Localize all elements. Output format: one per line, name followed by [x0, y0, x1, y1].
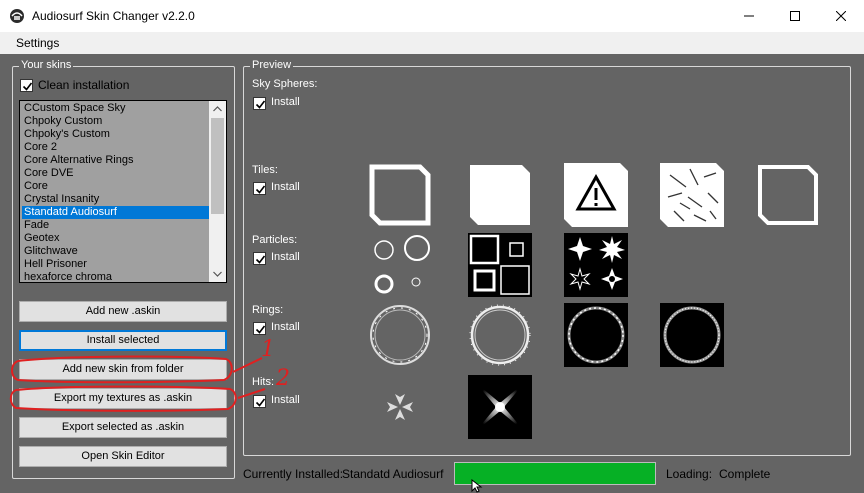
- rings-install-checkbox[interactable]: [253, 322, 266, 335]
- minimize-icon: [744, 15, 754, 17]
- export-textures-button[interactable]: Export my textures as .askin: [19, 388, 227, 409]
- tile-solid-texture: [470, 165, 530, 225]
- skin-list-item[interactable]: Standatd Audiosurf: [22, 206, 210, 219]
- hit-flare-texture: [468, 375, 532, 439]
- skin-list-item[interactable]: Core: [22, 180, 210, 193]
- checkmark-icon: [255, 185, 266, 194]
- open-skin-editor-button[interactable]: Open Skin Editor: [19, 446, 227, 467]
- skin-list-item[interactable]: Core DVE: [22, 167, 210, 180]
- tiles-install-checkbox[interactable]: [253, 182, 266, 195]
- title-bar: Audiosurf Skin Changer v2.2.0: [0, 0, 864, 32]
- skin-list-item[interactable]: Core Alternative Rings: [22, 154, 210, 167]
- add-new-askin-button[interactable]: Add new .askin: [19, 301, 227, 322]
- loading-label: Loading:: [666, 467, 713, 481]
- close-button[interactable]: [818, 0, 864, 32]
- install-selected-button[interactable]: Install selected: [19, 330, 227, 351]
- tile-cracked-texture: [660, 163, 724, 227]
- checkmark-icon: [255, 255, 266, 264]
- currently-installed-value: Standatd Audiosurf: [342, 467, 444, 481]
- maximize-button[interactable]: [772, 0, 818, 32]
- checkmark-icon: [255, 325, 266, 334]
- annotation-number-2: 2: [276, 366, 290, 391]
- hits-title: Hits:: [252, 376, 274, 388]
- checkmark-icon: [255, 398, 266, 407]
- skin-list-item[interactable]: Core 2: [22, 141, 210, 154]
- rings-install-label: Install: [271, 321, 300, 333]
- clean-installation-label: Clean installation: [38, 78, 130, 92]
- add-skin-from-folder-button[interactable]: Add new skin from folder: [19, 359, 227, 380]
- skins-listbox[interactable]: CCustom Space Sky Chpoky Custom Chpoky's C…: [19, 100, 227, 283]
- minimize-button[interactable]: [726, 0, 772, 32]
- particles-install-label: Install: [271, 251, 300, 263]
- skin-list-item[interactable]: Geotex: [22, 232, 210, 245]
- scroll-down-icon[interactable]: [213, 271, 222, 277]
- loading-progress-bar: [454, 462, 656, 485]
- preview-group-legend: Preview: [250, 59, 294, 71]
- loading-status-value: Complete: [719, 467, 771, 481]
- hits-install-checkbox[interactable]: [253, 395, 266, 408]
- particles-install-checkbox[interactable]: [253, 252, 266, 265]
- sky-spheres-install-label: Install: [271, 96, 300, 108]
- skin-list-item[interactable]: Chpoky Custom: [22, 115, 210, 128]
- tile-outline-texture: [368, 163, 432, 227]
- maximize-icon: [790, 11, 800, 21]
- scroll-thumb[interactable]: [211, 118, 224, 214]
- tile-warning-texture: [564, 163, 628, 227]
- ring-glow-texture: [564, 303, 628, 367]
- mouse-cursor-icon: [471, 479, 483, 493]
- close-icon: [836, 11, 846, 21]
- particle-circles-texture: [374, 235, 430, 294]
- skin-list-item[interactable]: Fade: [22, 219, 210, 232]
- checkmark-icon: [22, 82, 33, 91]
- loading-progress-fill: [455, 463, 655, 484]
- particles-title: Particles:: [252, 234, 298, 246]
- annotation-number-1: 1: [261, 337, 275, 362]
- tiles-title: Tiles:: [252, 164, 278, 176]
- export-selected-button[interactable]: Export selected as .askin: [19, 417, 227, 438]
- tiles-install-label: Install: [271, 181, 300, 193]
- menu-settings[interactable]: Settings: [16, 36, 59, 50]
- rings-title: Rings:: [252, 304, 284, 316]
- ring-glow-alt-texture: [660, 303, 724, 367]
- skin-list-item[interactable]: hexaforce chroma: [22, 271, 210, 284]
- scroll-up-icon[interactable]: [213, 106, 222, 112]
- hit-arrows-texture: [387, 394, 413, 420]
- tile-outline-alt-texture: [758, 165, 818, 225]
- app-icon: [10, 9, 24, 23]
- skins-group-legend: Your skins: [19, 59, 74, 71]
- currently-installed-label: Currently Installed:: [243, 467, 344, 481]
- ring-dotted-texture: [469, 304, 531, 366]
- skin-list-item[interactable]: CCustom Space Sky: [22, 102, 210, 115]
- ring-thin-texture: [370, 305, 430, 365]
- sky-spheres-title: Sky Spheres:: [252, 78, 318, 90]
- window-title: Audiosurf Skin Changer v2.2.0: [32, 9, 195, 23]
- hits-install-label: Install: [271, 394, 300, 406]
- clean-installation-checkbox[interactable]: [20, 79, 33, 92]
- menu-bar: Settings: [0, 32, 864, 54]
- particle-squares-texture: [468, 233, 532, 297]
- skin-list-item[interactable]: Glitchwave: [22, 245, 210, 258]
- particle-stars-texture: [564, 233, 628, 297]
- skin-list-item[interactable]: Hell Prisoner: [22, 258, 210, 271]
- listbox-scrollbar[interactable]: [209, 101, 226, 282]
- checkmark-icon: [255, 100, 266, 109]
- skin-list-item[interactable]: Crystal Insanity: [22, 193, 210, 206]
- preview-group: Preview: [243, 59, 851, 456]
- skin-list-item[interactable]: Chpoky's Custom: [22, 128, 210, 141]
- sky-spheres-install-checkbox[interactable]: [253, 97, 266, 110]
